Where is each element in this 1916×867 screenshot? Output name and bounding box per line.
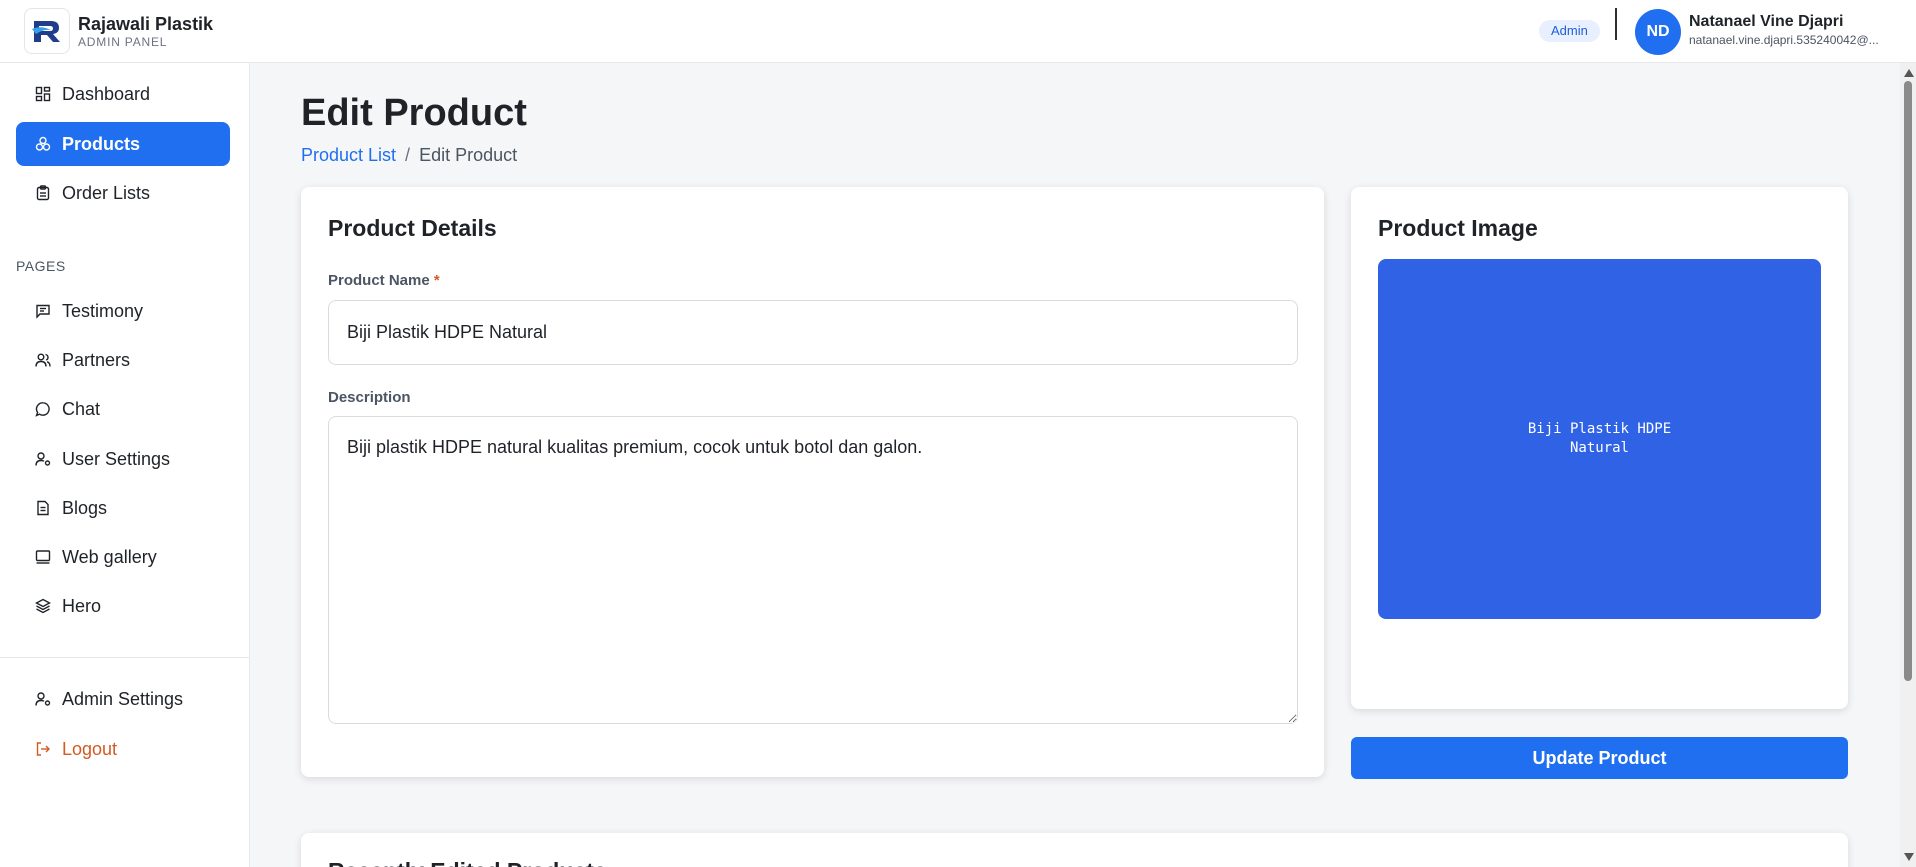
logout-icon	[34, 740, 52, 758]
product-details-title: Product Details	[328, 215, 497, 241]
product-image-card: Product Image Biji Plastik HDPE Natural	[1351, 187, 1848, 709]
product-name-input[interactable]	[328, 300, 1298, 365]
description-textarea[interactable]: Biji plastik HDPE natural kualitas premi…	[328, 416, 1298, 724]
product-details-card: Product Details Product Name * Descripti…	[301, 187, 1324, 777]
sidebar-item-dashboard[interactable]: Dashboard	[16, 72, 230, 116]
sidebar-item-label: User Settings	[62, 448, 171, 469]
sidebar-item-label: Hero	[62, 595, 102, 616]
product-image-title: Product Image	[1378, 215, 1538, 241]
message-square-icon	[34, 302, 52, 320]
sidebar-item-label: Testimony	[62, 300, 144, 321]
product-name-label-text: Product Name	[328, 272, 430, 289]
sidebar-item-label: Chat	[62, 398, 101, 419]
description-label: Description	[328, 389, 411, 406]
user-settings-icon	[34, 690, 52, 708]
sidebar-item-label: Blogs	[62, 497, 108, 518]
sidebar-item-label: Admin Settings	[62, 688, 184, 709]
sidebar-item-label: Order Lists	[62, 182, 151, 203]
breadcrumb: Product List / Edit Product	[301, 145, 517, 166]
pages-section-label: PAGES	[16, 258, 66, 274]
scroll-up-arrow-icon[interactable]	[1904, 69, 1914, 77]
sidebar-item-hero[interactable]: Hero	[16, 584, 230, 628]
page-title: Edit Product	[301, 92, 527, 134]
product-image-caption: Biji Plastik HDPE Natural	[1527, 421, 1672, 456]
sidebar-divider	[0, 657, 250, 658]
products-icon	[34, 135, 52, 153]
breadcrumb-product-list-link[interactable]: Product List	[301, 145, 396, 166]
user-email: natanael.vine.djapri.535240042@...	[1689, 33, 1879, 47]
gallery-icon	[34, 548, 52, 566]
dashboard-icon	[34, 85, 52, 103]
sidebar-item-web-gallery[interactable]: Web gallery	[16, 535, 230, 579]
document-icon	[34, 499, 52, 517]
recent-products-title: Recently Edited Products	[328, 858, 607, 867]
sidebar-item-label: Logout	[62, 738, 118, 759]
page-scrollbar[interactable]	[1900, 63, 1916, 867]
breadcrumb-current: Edit Product	[419, 145, 518, 165]
brand[interactable]: Rajawali Plastik ADMIN PANEL	[24, 8, 213, 54]
sidebar-item-chat[interactable]: Chat	[16, 387, 230, 431]
sidebar-item-logout[interactable]: Logout	[16, 727, 230, 771]
sidebar-item-partners[interactable]: Partners	[16, 338, 230, 382]
brand-name: Rajawali Plastik	[78, 14, 214, 34]
clipboard-icon	[34, 184, 52, 202]
required-mark: *	[433, 272, 440, 289]
brand-logo	[24, 8, 70, 54]
sidebar: Dashboard Products Order Lists PAGES Tes…	[0, 63, 250, 867]
product-image-preview[interactable]: Biji Plastik HDPE Natural	[1378, 259, 1821, 619]
user-settings-icon	[34, 450, 52, 468]
layers-icon	[34, 597, 52, 615]
sidebar-item-admin-settings[interactable]: Admin Settings	[16, 677, 230, 721]
brand-subtitle: ADMIN PANEL	[78, 35, 168, 49]
sidebar-item-label: Dashboard	[62, 83, 151, 104]
header-divider	[1615, 8, 1617, 40]
sidebar-item-order-lists[interactable]: Order Lists	[16, 171, 230, 215]
user-name[interactable]: Natanael Vine Djapri	[1689, 13, 1843, 31]
scroll-down-arrow-icon[interactable]	[1904, 853, 1914, 861]
sidebar-item-products[interactable]: Products	[16, 122, 230, 166]
update-product-button[interactable]: Update Product	[1351, 737, 1848, 779]
users-icon	[34, 351, 52, 369]
sidebar-item-blogs[interactable]: Blogs	[16, 486, 230, 530]
sidebar-item-label: Partners	[62, 349, 131, 370]
sidebar-item-label: Web gallery	[62, 546, 157, 567]
breadcrumb-separator: /	[405, 145, 411, 165]
recent-products-card: Recently Edited Products	[301, 833, 1848, 867]
scroll-thumb[interactable]	[1904, 81, 1912, 681]
top-header: Rajawali Plastik ADMIN PANEL Admin ND Na…	[0, 0, 1916, 63]
avatar[interactable]: ND	[1635, 9, 1681, 55]
chat-bubble-icon	[34, 400, 52, 418]
product-name-label: Product Name *	[328, 272, 440, 289]
role-badge: Admin	[1539, 20, 1600, 42]
sidebar-item-label: Products	[62, 133, 141, 154]
sidebar-item-testimony[interactable]: Testimony	[16, 289, 230, 333]
sidebar-item-user-settings[interactable]: User Settings	[16, 437, 230, 481]
